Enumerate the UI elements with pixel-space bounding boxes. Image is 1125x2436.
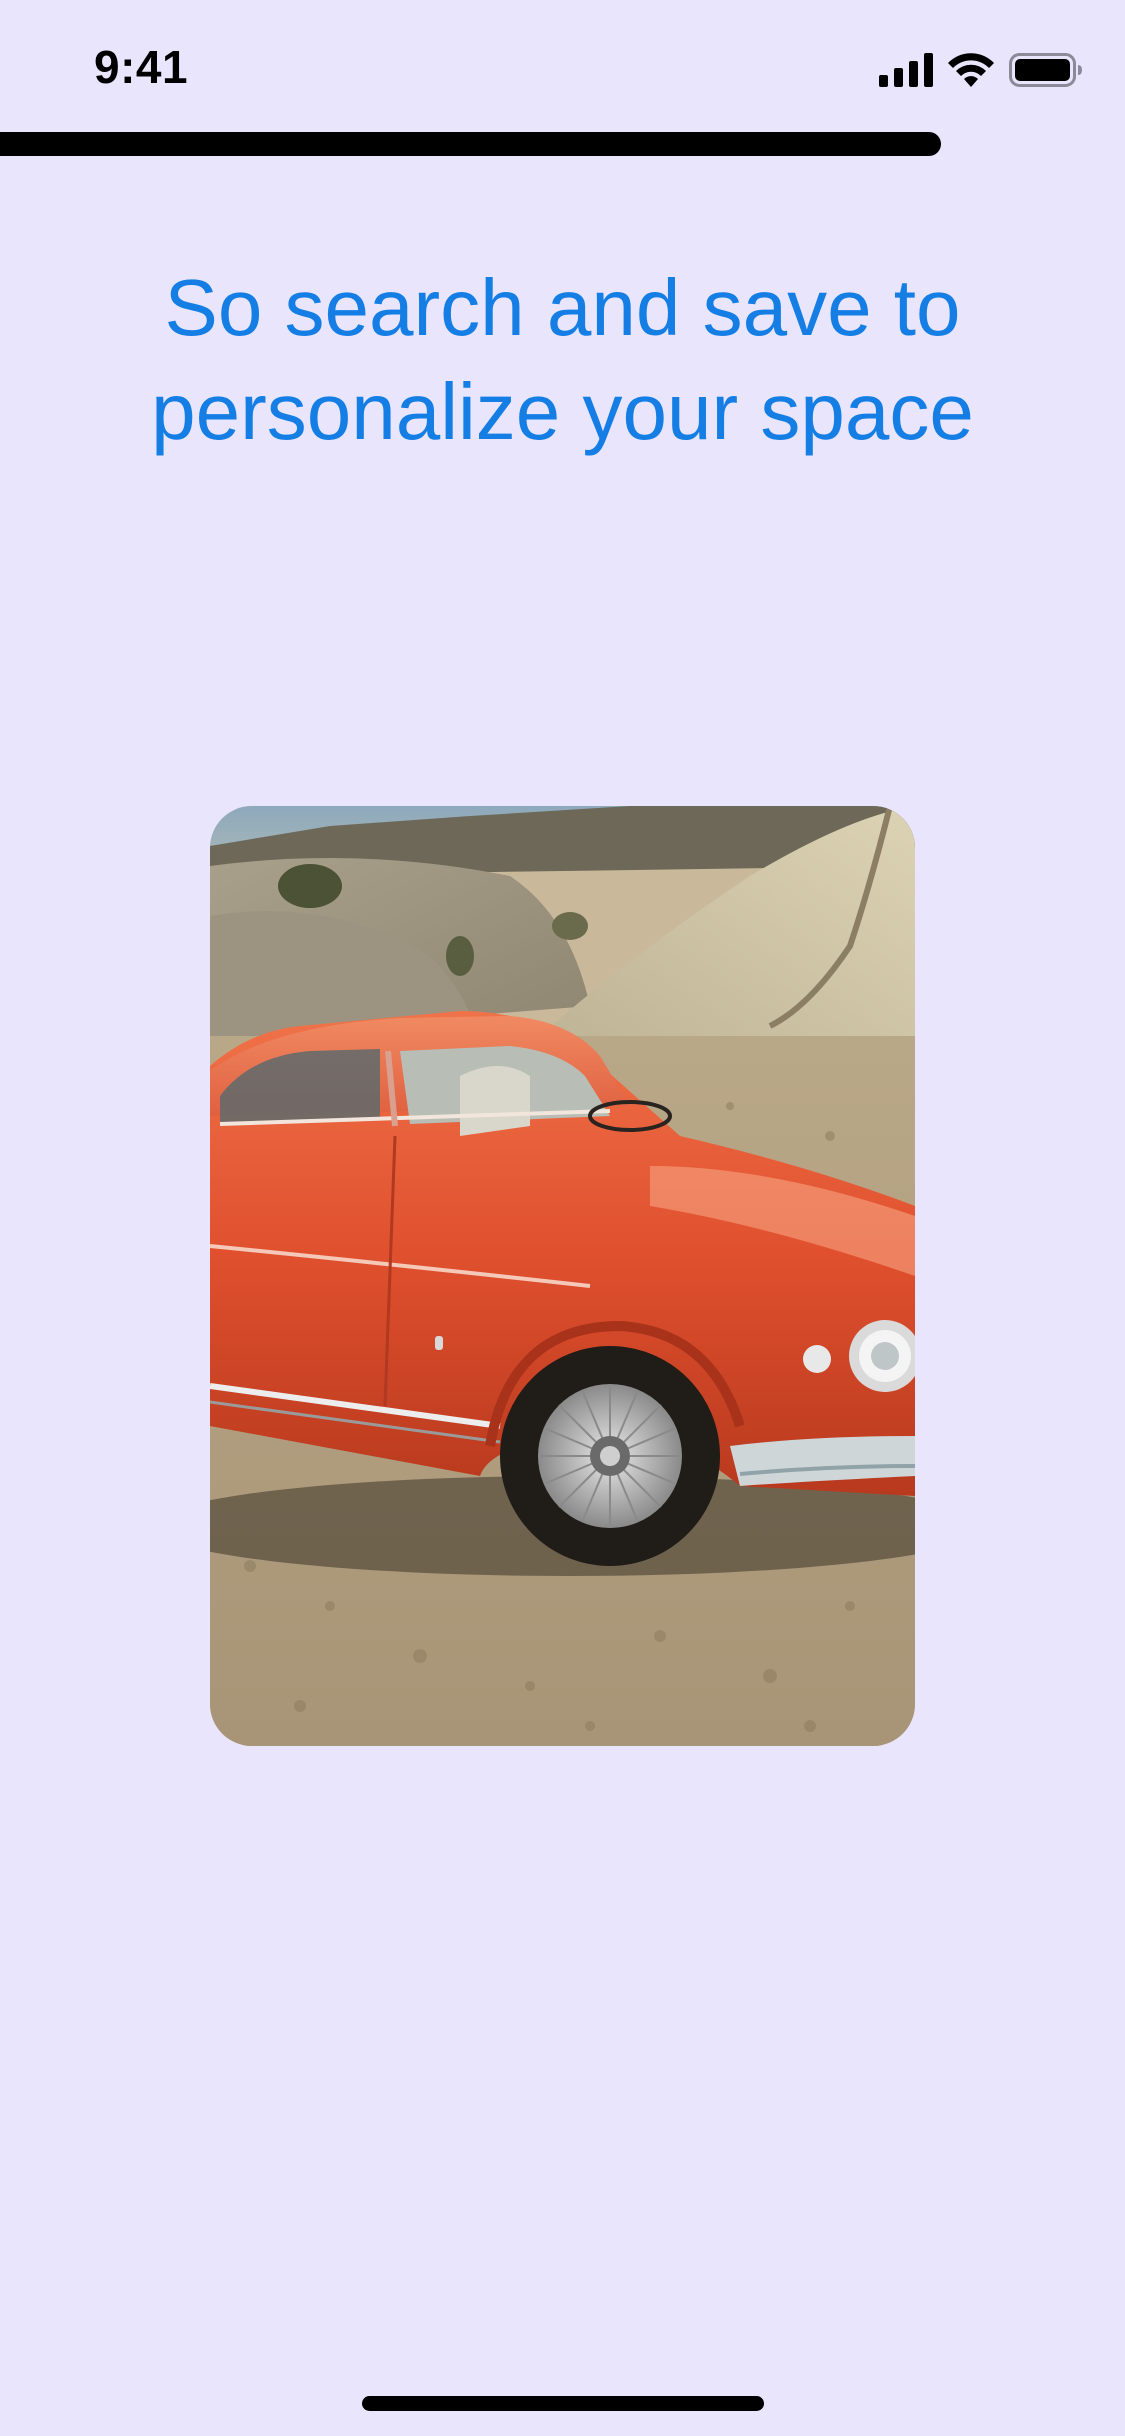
onboarding-screen: 9:41 So search and save to personalize y…: [0, 0, 1125, 2436]
home-indicator[interactable]: [362, 2396, 764, 2411]
wifi-icon: [947, 53, 995, 87]
progress-fill: [0, 132, 941, 156]
onboarding-progress-bar: [0, 132, 1125, 156]
battery-icon: [1009, 53, 1083, 87]
status-icons: [879, 52, 1083, 88]
onboarding-headline: So search and save to personalize your s…: [100, 256, 1025, 464]
cellular-signal-icon: [879, 53, 933, 87]
headline-line-1: So search and save to: [164, 263, 961, 352]
status-time: 9:41: [94, 41, 189, 93]
vintage-red-car-illustration: [210, 806, 915, 1746]
status-bar: 9:41: [0, 0, 1125, 132]
car-image-card: [210, 806, 915, 1746]
headline-line-2: personalize your space: [151, 367, 974, 456]
